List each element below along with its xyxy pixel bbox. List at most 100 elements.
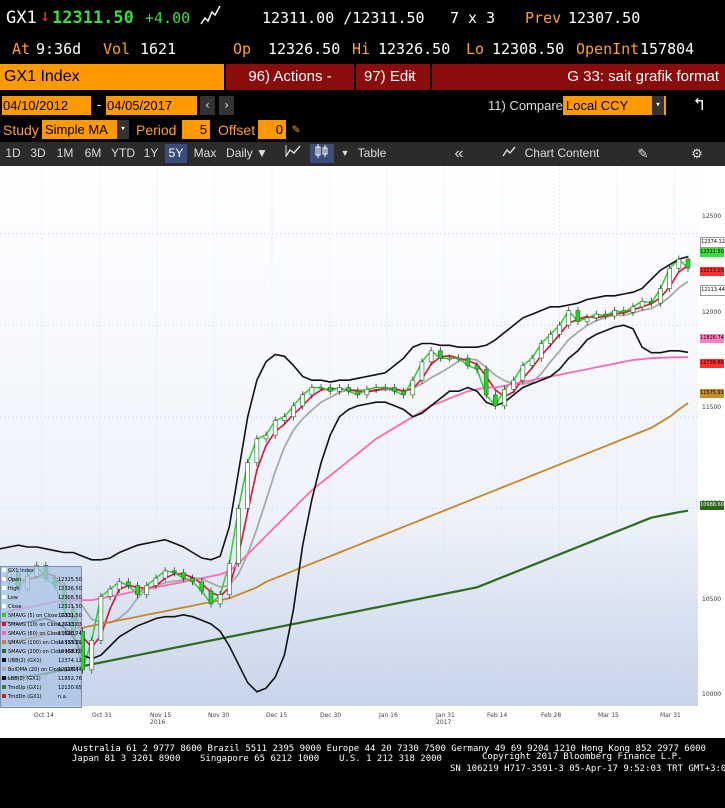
bid-ask-size: 7 x 3 [450, 9, 496, 27]
range-6m-button[interactable]: 6M [81, 144, 105, 163]
legend-label: TrndDn (GX1) [8, 694, 42, 700]
edit-dropdown-icon[interactable]: - [408, 64, 430, 90]
next-period-icon[interactable]: › [219, 96, 234, 115]
price-tag-sma10: 12213.03 [700, 267, 724, 276]
range-3d-button[interactable]: 3D [27, 144, 49, 163]
legend-label: LBB(2) (GX1) [8, 676, 41, 682]
legend-label: GX1 Index [8, 568, 34, 574]
candle-body [474, 365, 480, 370]
chart-type-dropdown-icon[interactable]: ▼ [340, 144, 350, 163]
last-price: 12311.50 [52, 8, 134, 28]
table-button[interactable]: Table [352, 144, 392, 163]
chart-area[interactable]: 12500 12000 11500 11000 10500 10000 1237… [0, 166, 725, 738]
range-max-button[interactable]: Max [191, 144, 219, 163]
openint-value: 157804 [640, 40, 695, 58]
candlestick-icon[interactable] [310, 144, 334, 163]
y-tick-label: 11500 [702, 404, 722, 411]
date-separator: - [95, 98, 103, 113]
legend-item: SMAVG (5) on Close (GX1) 12311.50 [2, 613, 82, 619]
candle-body [153, 577, 159, 586]
footer-contacts-singapore: Singapore 65 6212 1000 [200, 754, 320, 764]
x-tick-label: Nov 15 2016 [150, 712, 172, 726]
candle-body [282, 416, 287, 421]
range-1d-button[interactable]: 1D [2, 144, 24, 163]
at-label: At [12, 40, 31, 58]
legend-swatch [2, 694, 6, 698]
candle-body [566, 310, 572, 326]
legend-value: 12113.44 [58, 667, 82, 673]
high-label: Hi [352, 40, 371, 58]
legend-value: n.a. [58, 694, 68, 700]
compare-select[interactable]: Local CCY [563, 96, 666, 115]
legend-swatch [2, 667, 6, 671]
legend-swatch [2, 586, 6, 590]
footer-contacts-japan: Japan 81 3 3201 8900 [72, 754, 181, 764]
candle-body [483, 368, 489, 396]
y-tick-label: 10500 [702, 596, 722, 603]
x-tick-label: Oct 31 [92, 712, 112, 719]
legend-item: TrndUp (GX1) 12130.65 [2, 685, 82, 691]
candle-body [428, 350, 434, 363]
y-tick-label: 12000 [702, 309, 722, 316]
legend-label: Open [8, 577, 22, 583]
range-5y-button[interactable]: 5Y [165, 144, 187, 163]
candle-body [612, 310, 617, 317]
candle-body [126, 581, 131, 586]
candle-body [89, 640, 95, 671]
security-field[interactable]: GX1 Index [0, 64, 224, 90]
candle-body [263, 434, 269, 440]
candle-body [98, 596, 104, 641]
legend-label: Low [8, 595, 18, 601]
legend-value: 12130.65 [58, 685, 82, 691]
price-tag-sma100: 11575.91 [700, 389, 724, 398]
price-tag-sma60: 11826.74 [700, 334, 724, 343]
legend-item: TrndDn (GX1) n.a. [2, 694, 67, 700]
legend-item: SMAVG (10) on Close (GX1) 12213.03 [2, 622, 82, 628]
candle-body [199, 581, 205, 592]
candle-body [676, 258, 682, 269]
end-date-field[interactable]: 04/05/2017 [106, 96, 197, 115]
collapse-icon[interactable]: « [448, 144, 470, 163]
offset-input[interactable]: 0 [258, 120, 286, 139]
y-tick-label: 12500 [702, 213, 722, 220]
candle-body [382, 387, 388, 389]
range-1y-button[interactable]: 1Y [141, 144, 161, 163]
study-label: Study [3, 122, 39, 138]
price-chart[interactable] [0, 166, 725, 738]
line-chart-icon[interactable] [282, 144, 304, 163]
bid-ask: 12311.00 /12311.50 [262, 9, 425, 27]
study-dropdown-icon[interactable]: ▾ [117, 120, 129, 139]
edit-chart-icon[interactable]: ✎ [634, 144, 652, 163]
pencil-icon[interactable]: ✎ [292, 120, 308, 139]
range-1m-button[interactable]: 1M [53, 144, 77, 163]
legend-label: Close [8, 604, 22, 610]
chart-content-button[interactable]: Chart Content [522, 144, 602, 163]
range-ytd-button[interactable]: YTD [109, 144, 137, 163]
high-value: 12326.50 [378, 40, 451, 58]
candle-body [190, 577, 195, 583]
candle-body [327, 387, 333, 392]
period-input[interactable]: 5 [182, 120, 210, 139]
compare-dropdown-icon[interactable]: ▾ [652, 96, 664, 115]
prev-period-icon[interactable]: ‹ [200, 96, 215, 115]
candle-body [245, 462, 250, 509]
candle-body [337, 387, 342, 392]
chart-content-icon[interactable] [500, 144, 518, 163]
settings-gear-icon[interactable]: ⚙ [688, 144, 706, 163]
candle-body [447, 357, 452, 360]
candle-body [603, 313, 608, 317]
candle-body [392, 387, 397, 392]
start-date-field[interactable]: 04/10/2012 [2, 96, 91, 115]
actions-menu-button[interactable]: 96) Actions - [226, 64, 354, 90]
back-icon[interactable]: ↰ [675, 94, 723, 116]
vol-value: 1621 [140, 40, 177, 58]
legend-value: 10988.60 [58, 649, 82, 655]
chart-toolbar: 1D 3D 1M 6M YTD 1Y 5Y Max Daily ▼ ▼ Tabl… [0, 142, 725, 166]
frequency-select[interactable]: Daily ▼ [222, 144, 272, 163]
date-bar: 04/10/2012 - 04/05/2017 ‹ › 11) Compare … [0, 92, 725, 118]
study-select[interactable]: Simple MA [42, 120, 119, 139]
candle-body [410, 379, 416, 396]
legend-item: SMAVG (100) on Close (GX1) 11575.91 [2, 640, 82, 646]
candle-body [502, 389, 507, 407]
price-tag-last: 12311.50 [700, 248, 724, 257]
